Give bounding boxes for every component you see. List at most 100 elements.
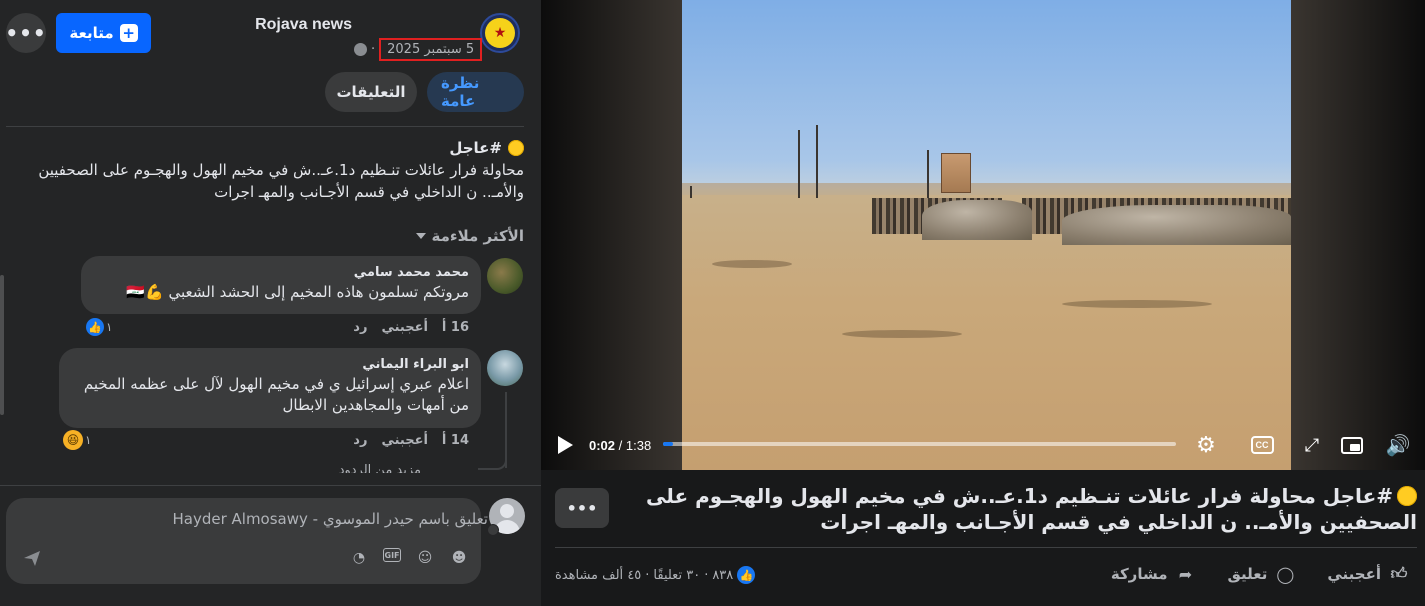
comment-like-link[interactable]: أعجبني <box>381 320 427 335</box>
comment-avatar[interactable] <box>487 350 523 386</box>
video-ground-patch <box>712 260 792 268</box>
divider <box>555 547 1417 548</box>
comment-author[interactable]: محمد محمد سامي <box>93 264 469 282</box>
post-caption: #عاجل محاولة فرار عائلات تنـظيم د1.عـ..ش… <box>631 483 1417 535</box>
globe-icon <box>354 42 367 56</box>
video-ground-patch <box>842 330 962 338</box>
page-logo-icon: ★ <box>485 18 515 48</box>
yellow-circle-icon <box>508 140 524 156</box>
stats-separator: · <box>645 567 650 583</box>
video-rocks <box>922 200 1032 240</box>
post-title: #عاجل <box>449 139 502 157</box>
follow-button[interactable]: + متابعة <box>56 13 151 53</box>
comment-label: تعليق <box>1227 565 1268 583</box>
view-more-replies[interactable]: مزید من الردود <box>339 463 421 473</box>
comment-reactions[interactable]: 😆 ١ <box>63 430 91 450</box>
avatar-sticker-icon[interactable]: ☻ <box>449 548 469 568</box>
like-label: أعجبني <box>1327 565 1381 583</box>
video-progress-fill <box>663 442 674 446</box>
video-tower <box>941 153 971 193</box>
comment-reply-link[interactable]: رد <box>353 433 367 448</box>
send-icon[interactable] <box>22 548 42 568</box>
comment-avatar[interactable] <box>487 258 523 294</box>
haha-reaction-icon: 😆 <box>63 430 83 450</box>
video-progress-bar[interactable] <box>663 442 1176 446</box>
tab-comments[interactable]: التعليقات <box>325 72 417 112</box>
thumbs-up-icon: 👍︎ <box>1390 564 1408 583</box>
video-ground-patch <box>1062 300 1212 308</box>
video-frame[interactable] <box>682 0 1291 470</box>
scrollbar-thumb[interactable] <box>0 275 4 415</box>
captions-icon[interactable]: CC <box>1250 433 1274 457</box>
page-name[interactable]: Rojava news <box>255 16 352 34</box>
gear-icon[interactable]: ⚙ <box>1194 433 1218 458</box>
profile-switch-chevron-icon[interactable] <box>487 524 499 536</box>
comment-bubble-icon: ◯ <box>1276 564 1295 584</box>
captions-label: CC <box>1250 436 1274 454</box>
comment-button[interactable]: ◯ تعليق <box>1228 564 1296 584</box>
video-pole <box>690 186 692 198</box>
video-pole <box>798 130 800 198</box>
post-meta: 5 سبتمبر 2025 · <box>354 34 483 64</box>
video-letterbox-left <box>541 0 682 470</box>
like-reaction-icon: 👍 <box>737 566 756 584</box>
like-button[interactable]: 👍︎ أعجبني <box>1327 564 1409 584</box>
reaction-count: ١ <box>106 320 113 334</box>
post-body: محاولة فرار عائلات تنـظيم د1.عـ..ش في مخ… <box>38 161 524 201</box>
emoji-icon[interactable]: ☺ <box>415 548 435 568</box>
video-letterbox-right <box>1291 0 1425 470</box>
post-caption-text: #عاجل محاولة فرار عائلات تنـظيم د1.عـ..ش… <box>646 484 1417 534</box>
comment-author[interactable]: ابو البراء اليماني <box>71 356 469 374</box>
comments-filter[interactable]: الأكثر ملاءمة <box>415 227 524 245</box>
comment-input[interactable] <box>18 506 488 532</box>
share-label: مشاركة <box>1110 565 1168 583</box>
fullscreen-icon[interactable]: ⤢ <box>1300 433 1324 457</box>
views-count: ٤٥ ألف مشاهدة <box>555 567 642 583</box>
comment-time[interactable]: 16 أ <box>442 320 469 335</box>
yellow-circle-icon <box>1397 486 1417 506</box>
comment-time[interactable]: 14 أ <box>442 433 469 448</box>
post-stats: 👍 ٨٣٨ · ٣٠ تعليقًا · ٤٥ ألف مشاهدة <box>555 566 756 584</box>
post-more-options-button[interactable]: ••• <box>555 488 609 528</box>
page-avatar[interactable]: ★ <box>480 13 520 53</box>
play-icon[interactable] <box>558 436 573 454</box>
duration: 1:38 <box>625 438 652 453</box>
comment-actions: 16 أ أعجبني رد <box>353 320 469 335</box>
video-timecode: 0:02 / 1:38 <box>589 438 652 453</box>
comments-count[interactable]: ٣٠ تعليقًا <box>653 568 700 583</box>
video-rocks <box>1062 205 1291 245</box>
comment-composer: ☻ ☺ GIF ◔ <box>6 498 488 584</box>
comments-filter-label: الأكثر ملاءمة <box>431 227 524 245</box>
post-action-bar: 👍︎ أعجبني ◯ تعليق ➦ مشاركة <box>1111 564 1409 584</box>
comment-reply-link[interactable]: رد <box>353 320 367 335</box>
comment-actions: 14 أ أعجبني رد <box>353 433 469 448</box>
video-sky <box>682 0 1291 200</box>
share-arrow-icon: ➦ <box>1178 564 1193 584</box>
like-reaction-icon: 👍 <box>86 318 104 336</box>
tab-overview[interactable]: نظرة عامة <box>427 72 524 112</box>
volume-icon[interactable]: 🔊 <box>1386 433 1411 457</box>
video-player[interactable]: 0:02 / 1:38 ⚙ CC ⤢ 🔊 <box>541 0 1425 470</box>
current-time: 0:02 <box>589 438 616 453</box>
share-button[interactable]: ➦ مشاركة <box>1111 564 1196 584</box>
comment-text: اعلام عبري إسرائيل ي في مخيم الهول لآل ع… <box>83 375 469 414</box>
post-title-line: #عاجل <box>20 137 524 159</box>
sticker-icon[interactable]: ◔ <box>349 548 369 568</box>
avatar-head-icon <box>500 504 514 518</box>
reactions-count[interactable]: ٨٣٨ <box>712 568 733 583</box>
video-pole <box>816 125 818 198</box>
video-controls: 0:02 / 1:38 ⚙ CC ⤢ 🔊 <box>541 425 1425 470</box>
media-viewer: 0:02 / 1:38 ⚙ CC ⤢ 🔊 ••• #عاجل محاولة فر… <box>541 0 1425 606</box>
post-text: #عاجل محاولة فرار عائلات تنـظيم د1.عـ..ش… <box>20 137 524 203</box>
comment-like-link[interactable]: أعجبني <box>381 433 427 448</box>
video-pole <box>927 150 929 198</box>
composer-toolbar: ☻ ☺ GIF ◔ <box>349 548 469 568</box>
gif-icon[interactable]: GIF <box>383 548 401 562</box>
post-detail-panel: ••• + متابعة ★ Rojava news 5 سبتمبر 2025… <box>0 0 541 606</box>
more-options-button[interactable]: ••• <box>5 13 46 53</box>
picture-in-picture-icon[interactable] <box>1340 433 1364 457</box>
comment-reactions[interactable]: 👍 ١ <box>86 318 112 336</box>
post-date[interactable]: 5 سبتمبر 2025 <box>379 37 483 61</box>
reaction-count: ١ <box>85 433 92 447</box>
comment-bubble: محمد محمد سامي مروتكم تسلمون هاذه المخيم… <box>81 256 481 314</box>
